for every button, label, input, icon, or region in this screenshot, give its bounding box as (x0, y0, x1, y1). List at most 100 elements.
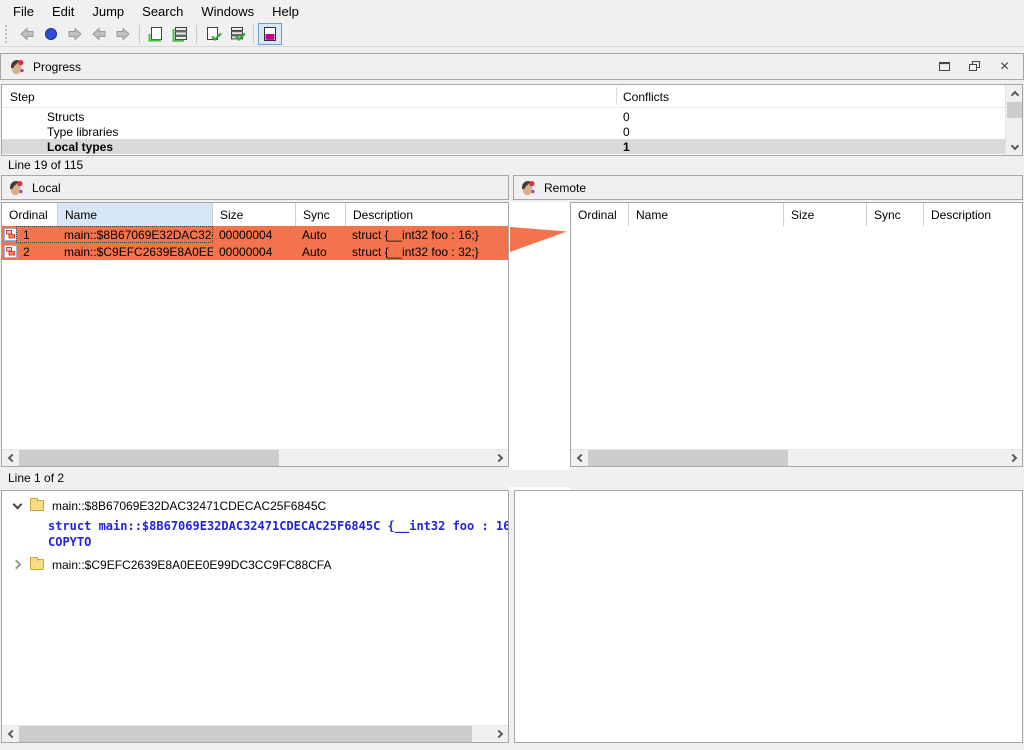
arrow-right-icon (67, 26, 83, 42)
scrollbar-track[interactable] (19, 726, 491, 742)
blue-circle-icon (43, 26, 59, 42)
scroll-right-button[interactable] (491, 726, 508, 742)
conflict-count: 1 (623, 140, 630, 154)
scroll-down-button[interactable] (1006, 139, 1023, 155)
step-row-structs[interactable]: Structs 0 (2, 109, 1005, 124)
menu-bar: File Edit Jump Search Windows Help (0, 0, 1024, 22)
maximize-icon (938, 60, 951, 73)
menu-edit[interactable]: Edit (43, 2, 83, 21)
type-size: 00000004 (213, 226, 296, 243)
chevron-right-icon (1008, 454, 1016, 462)
local-panel-title: Local (32, 181, 61, 195)
local-panel-header: Local (1, 175, 509, 200)
collapse-toggle[interactable] (10, 501, 24, 511)
merge-view-icon[interactable] (258, 23, 282, 45)
toolbar-separator (139, 25, 140, 43)
app-window: File Edit Jump Search Windows Help (0, 0, 1024, 750)
document-icon[interactable] (144, 23, 168, 45)
column-header-size[interactable]: Size (213, 203, 296, 226)
column-header-conflicts[interactable]: Conflicts (623, 90, 669, 104)
chevron-down-icon (12, 499, 22, 509)
tree-item[interactable]: main::$C9EFC2639E8A0EE0E99DC3CC9FC88CFA (2, 556, 508, 573)
toolbar (0, 22, 1024, 47)
line-status-detail: Line 1 of 2 (0, 470, 1024, 487)
column-header-size[interactable]: Size (784, 203, 867, 226)
progress-steps-table: Step Conflicts Structs 0 Type libraries … (1, 84, 1023, 156)
scrollbar-thumb[interactable] (1007, 102, 1022, 118)
document-check-icon[interactable] (201, 23, 225, 45)
remote-table-header: Ordinal Name Size Sync Description (571, 203, 1022, 226)
tree-item[interactable]: main::$8B67069E32DAC32471CDECAC25F6845C (2, 497, 508, 514)
type-description: struct {__int32 foo : 32;} (346, 243, 508, 260)
merge-action-line[interactable]: COPYTO (48, 535, 508, 551)
close-button[interactable]: × (998, 60, 1011, 73)
column-header-description[interactable]: Description (346, 203, 508, 226)
scroll-right-button[interactable] (491, 450, 508, 466)
column-header-ordinal[interactable]: Ordinal (571, 203, 629, 226)
column-header-description[interactable]: Description (924, 203, 1022, 226)
navigation-marker-icon[interactable] (39, 23, 63, 45)
ida-window-icon (9, 59, 25, 75)
merge-direction-arrow (510, 227, 567, 252)
menu-file[interactable]: File (4, 2, 43, 21)
scrollbar-thumb[interactable] (588, 450, 788, 466)
remote-horizontal-scrollbar[interactable] (571, 449, 1022, 466)
arrow-right-icon (115, 26, 131, 42)
next-conflict-icon[interactable] (111, 23, 135, 45)
type-sync: Auto (296, 243, 346, 260)
jump-back-icon[interactable] (15, 23, 39, 45)
column-header-ordinal[interactable]: Ordinal (2, 203, 58, 226)
type-sync: Auto (296, 226, 346, 243)
chevron-left-icon (7, 730, 15, 738)
local-types-table: Ordinal Name Size Sync Description 1 mai… (1, 202, 509, 467)
restore-icon (968, 60, 981, 73)
database-check-icon[interactable] (225, 23, 249, 45)
folder-icon (30, 500, 44, 511)
conflict-count: 0 (623, 110, 630, 124)
conflict-count: 0 (623, 125, 630, 139)
menu-windows[interactable]: Windows (192, 2, 263, 21)
column-header-name[interactable]: Name (629, 203, 784, 226)
column-header-sync[interactable]: Sync (867, 203, 924, 226)
remote-panel-title: Remote (544, 181, 586, 195)
steps-vertical-scrollbar[interactable] (1005, 85, 1022, 155)
scroll-left-button[interactable] (2, 450, 19, 466)
scroll-left-button[interactable] (571, 450, 588, 466)
type-description: struct {__int32 foo : 16;} (346, 226, 508, 243)
close-icon: × (1000, 60, 1009, 73)
step-row-type-libraries[interactable]: Type libraries 0 (2, 124, 1005, 139)
maximize-button[interactable] (938, 60, 951, 73)
expand-toggle[interactable] (10, 561, 24, 568)
scroll-up-button[interactable] (1006, 85, 1023, 101)
column-separator (616, 87, 617, 105)
scroll-left-button[interactable] (2, 726, 19, 742)
previous-conflict-icon[interactable] (87, 23, 111, 45)
type-declaration-line[interactable]: struct main::$8B67069E32DAC32471CDECAC25… (48, 519, 508, 535)
scrollbar-track[interactable] (588, 450, 1005, 466)
document-check-icon (205, 26, 222, 42)
scrollbar-thumb[interactable] (19, 726, 472, 742)
column-header-step[interactable]: Step (10, 90, 35, 104)
restore-button[interactable] (968, 60, 981, 73)
scrollbar-thumb[interactable] (19, 450, 279, 466)
menu-help[interactable]: Help (263, 2, 308, 21)
menu-jump[interactable]: Jump (83, 2, 133, 21)
scrollbar-track[interactable] (19, 450, 491, 466)
local-type-row[interactable]: 2 main::$C9EFC2639E8A0EE0... 00000004 Au… (2, 243, 508, 260)
local-type-row[interactable]: 1 main::$8B67069E32DAC324... 00000004 Au… (2, 226, 508, 243)
column-header-name[interactable]: Name (58, 203, 213, 226)
scroll-right-button[interactable] (1005, 450, 1022, 466)
toolbar-grip[interactable] (5, 25, 10, 43)
type-name: main::$8B67069E32DAC324... (58, 226, 213, 243)
step-label: Type libraries (47, 125, 118, 139)
local-table-header: Ordinal Name Size Sync Description (2, 203, 508, 226)
menu-search[interactable]: Search (133, 2, 192, 21)
ida-window-icon (8, 180, 24, 196)
jump-forward-icon[interactable] (63, 23, 87, 45)
detail-horizontal-scrollbar[interactable] (2, 725, 508, 742)
step-row-local-types[interactable]: Local types 1 (2, 139, 1005, 154)
local-horizontal-scrollbar[interactable] (2, 449, 508, 466)
column-header-sync[interactable]: Sync (296, 203, 346, 226)
database-icon[interactable] (168, 23, 192, 45)
progress-titlebar[interactable]: Progress × (0, 53, 1024, 80)
